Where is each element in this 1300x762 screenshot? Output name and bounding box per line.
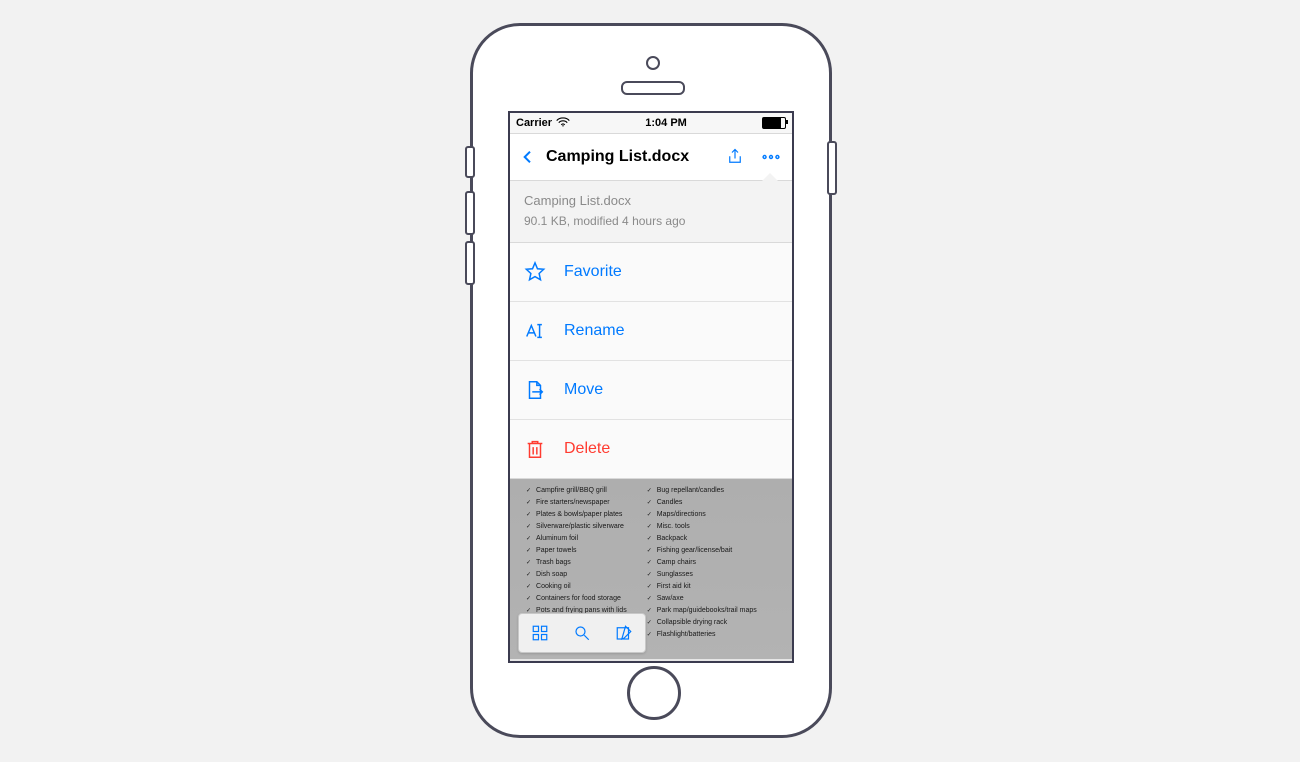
- popover-arrow: [762, 173, 778, 181]
- share-button[interactable]: [720, 142, 750, 172]
- grid-view-button[interactable]: [523, 624, 557, 642]
- file-info-header: Camping List.docx 90.1 KB, modified 4 ho…: [510, 181, 792, 243]
- search-button[interactable]: [565, 624, 599, 642]
- action-label: Move: [564, 381, 603, 399]
- back-button[interactable]: [516, 145, 540, 169]
- speaker-slot: [621, 81, 685, 95]
- action-label: Rename: [564, 322, 624, 340]
- status-bar: Carrier 1:04 PM: [510, 113, 792, 134]
- page-title: Camping List.docx: [546, 148, 714, 166]
- star-icon: [524, 261, 546, 283]
- wifi-icon: [556, 117, 570, 130]
- volume-up: [465, 191, 475, 235]
- trash-icon: [524, 438, 546, 460]
- phone-frame: Carrier 1:04 PM: [470, 23, 832, 738]
- carrier-label: Carrier: [516, 117, 552, 129]
- compose-button[interactable]: [607, 624, 641, 642]
- file-name: Camping List.docx: [524, 193, 778, 208]
- move-icon: [524, 379, 546, 401]
- battery-icon: [762, 117, 786, 129]
- rename-action[interactable]: Rename: [510, 302, 792, 361]
- bottom-toolbar: [518, 613, 646, 653]
- more-button[interactable]: [756, 142, 786, 172]
- clock: 1:04 PM: [645, 117, 687, 129]
- screen: Carrier 1:04 PM: [508, 111, 794, 663]
- favorite-action[interactable]: Favorite: [510, 243, 792, 302]
- nav-bar: Camping List.docx: [510, 134, 792, 181]
- rename-icon: [524, 320, 546, 342]
- mute-switch: [465, 146, 475, 178]
- delete-action[interactable]: Delete: [510, 420, 792, 479]
- stage: { "statusbar": { "carrier": "Carrier", "…: [0, 0, 1300, 762]
- action-label: Favorite: [564, 263, 622, 281]
- action-list: Favorite Rename: [510, 243, 792, 479]
- volume-down: [465, 241, 475, 285]
- home-button[interactable]: [627, 666, 681, 720]
- action-label: Delete: [564, 440, 610, 458]
- file-meta: 90.1 KB, modified 4 hours ago: [524, 214, 778, 228]
- power-button: [827, 141, 837, 195]
- move-action[interactable]: Move: [510, 361, 792, 420]
